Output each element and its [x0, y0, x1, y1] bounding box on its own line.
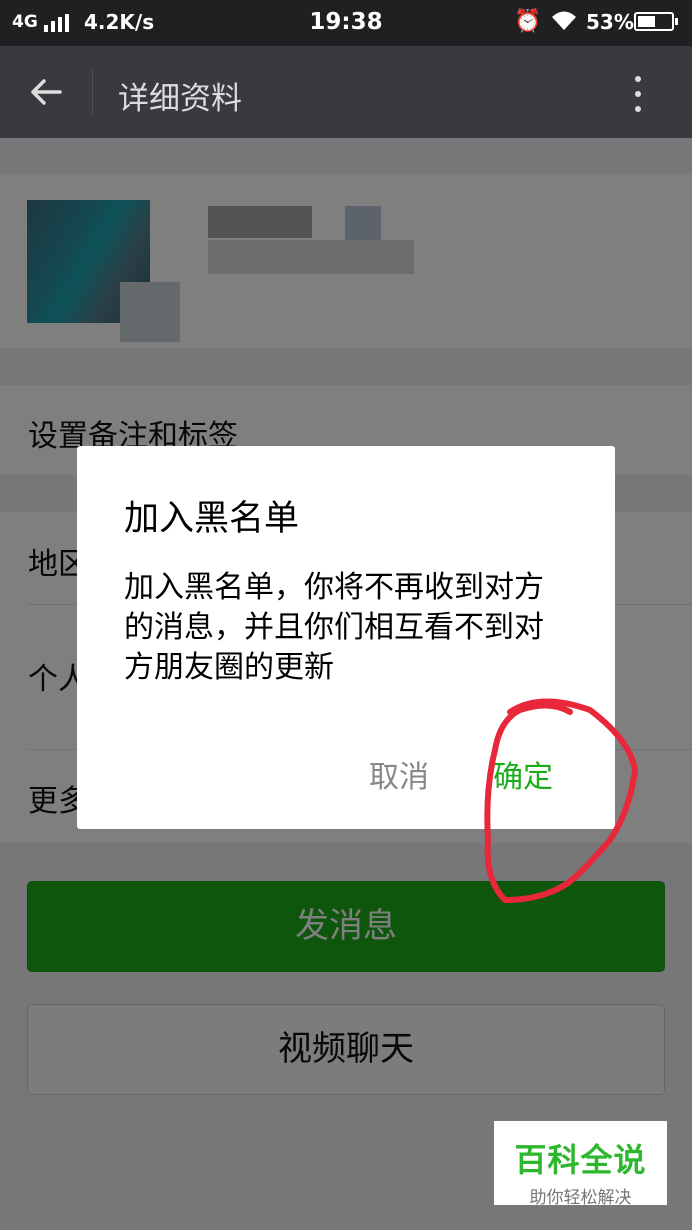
cancel-button[interactable]: 取消: [369, 752, 429, 796]
watermark-subtitle: 助你轻松解决: [529, 1188, 632, 1208]
status-bar: 4G 4.2K/s 19:38 ⏰ 53%: [0, 0, 692, 46]
back-arrow-icon[interactable]: [26, 72, 66, 112]
battery-percent: 53%: [586, 10, 634, 34]
wifi-icon: [550, 8, 578, 38]
battery-icon: [634, 12, 678, 31]
dialog-message: 加入黑名单，你将不再收到对方的消息，并且你们相互看不到对方朋友圈的更新: [124, 570, 544, 685]
highlight-circle-annotation: [484, 698, 638, 903]
more-options-icon[interactable]: [628, 70, 648, 118]
title-divider: [92, 68, 93, 116]
dialog-title: 加入黑名单: [124, 499, 300, 539]
title-bar: 详细资料: [0, 46, 692, 138]
page-title: 详细资料: [118, 81, 242, 117]
watermark-title: 百科全说: [514, 1141, 647, 1179]
watermark-logo: 百科全说 助你轻松解决: [494, 1121, 667, 1208]
alarm-icon: ⏰: [514, 9, 542, 34]
